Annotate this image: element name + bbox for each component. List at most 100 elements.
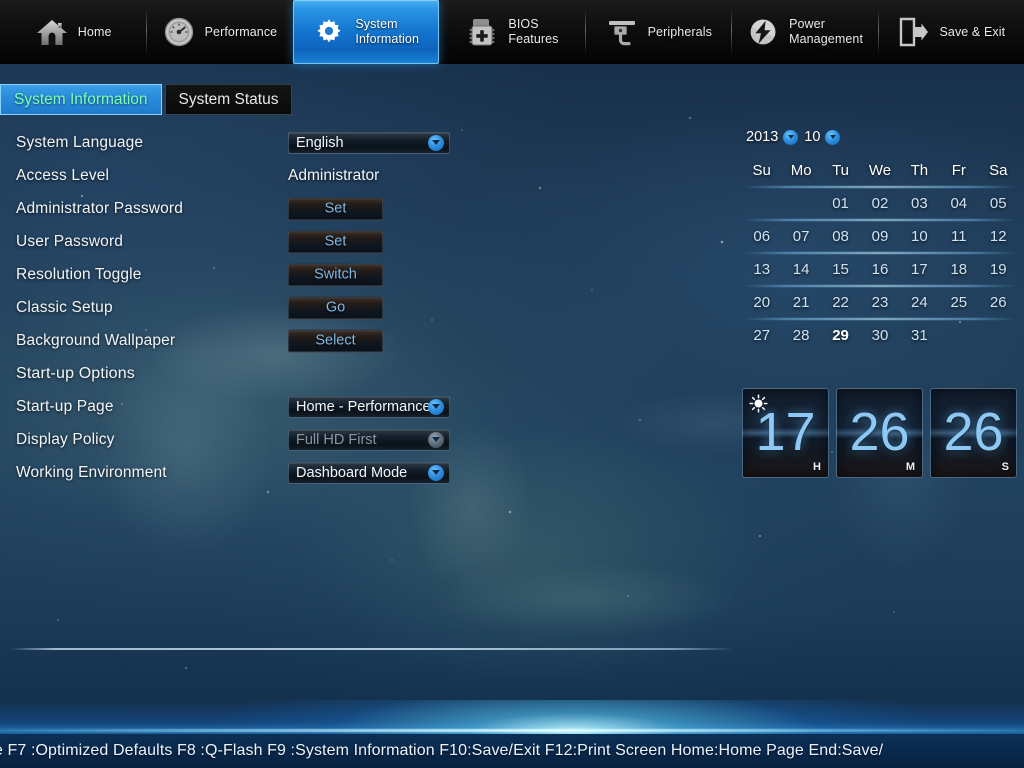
- tab-label: System Information: [14, 90, 148, 108]
- working-environment-dropdown[interactable]: Dashboard Mode: [288, 461, 450, 484]
- tab-system-status[interactable]: System Status: [164, 84, 293, 115]
- main-navigation-bar: Home Performance System Information BIOS…: [0, 0, 1024, 64]
- calendar-day-cell[interactable]: 27: [742, 327, 781, 344]
- calendar-day-cell[interactable]: 22: [821, 294, 860, 311]
- start-up-page-dropdown[interactable]: Home - Performance: [288, 395, 450, 418]
- calendar-day-cell[interactable]: 06: [742, 228, 781, 245]
- tab-system-information[interactable]: System Information: [0, 84, 162, 115]
- button-label: Go: [325, 299, 346, 316]
- calendar-day-cell[interactable]: 13: [742, 261, 781, 278]
- calendar-day-header: Fr: [951, 162, 966, 179]
- setting-row-system-language: System Language English: [0, 126, 470, 159]
- calendar-day-cell[interactable]: 14: [781, 261, 820, 278]
- calendar-week-row: 20 21 22 23 24 25 26: [742, 286, 1018, 319]
- calendar-day-cell[interactable]: 01: [821, 195, 860, 212]
- nav-item-system-information[interactable]: System Information: [292, 0, 439, 64]
- nav-item-save-and-exit[interactable]: Save & Exit: [877, 0, 1024, 64]
- settings-list: System Language English Access Level Adm…: [0, 126, 470, 489]
- dropdown-value: Home - Performance: [296, 398, 431, 415]
- calendar-day-cell[interactable]: 28: [781, 327, 820, 344]
- calendar-day-cell[interactable]: 18: [939, 261, 978, 278]
- sub-tab-bar: System Information System Status: [0, 84, 295, 115]
- calendar-day-cell[interactable]: 02: [860, 195, 899, 212]
- calendar-day-cell[interactable]: 07: [781, 228, 820, 245]
- section-label: Start-up Options: [16, 364, 135, 382]
- clock-tile-hours[interactable]: 17 H: [742, 388, 829, 478]
- user-password-set-button[interactable]: Set: [288, 230, 383, 253]
- calendar-day-cell[interactable]: 12: [979, 228, 1018, 245]
- calendar-day-header: Su: [752, 162, 771, 179]
- nav-item-label: Home: [77, 24, 112, 39]
- calendar-day-cell[interactable]: 17: [900, 261, 939, 278]
- dropdown-value: Full HD First: [296, 431, 377, 448]
- administrator-password-set-button[interactable]: Set: [288, 197, 383, 220]
- calendar-day-cell[interactable]: 20: [742, 294, 781, 311]
- nav-item-label: Peripherals: [647, 24, 712, 39]
- nav-item-performance[interactable]: Performance: [146, 0, 292, 64]
- calendar-day-cell[interactable]: 24: [900, 294, 939, 311]
- calendar-day-header: Tu: [832, 162, 850, 179]
- calendar-year-value: 2013: [746, 129, 779, 145]
- tab-label: System Status: [178, 90, 279, 108]
- calendar-day-cell[interactable]: 10: [900, 228, 939, 245]
- calendar-day-cell[interactable]: 11: [939, 228, 978, 245]
- clock-value: 26: [849, 401, 910, 462]
- setting-row-start-up-page: Start-up Page Home - Performance: [0, 390, 470, 423]
- status-bar: e F7 :Optimized Defaults F8 :Q-Flash F9 …: [0, 734, 1024, 768]
- nav-item-bios-features[interactable]: BIOS Features: [439, 0, 585, 64]
- calendar-day-cell[interactable]: 26: [979, 294, 1018, 311]
- calendar-day-cell[interactable]: 25: [939, 294, 978, 311]
- button-label: Set: [324, 200, 347, 217]
- calendar-day-cell[interactable]: 03: [900, 195, 939, 212]
- calendar-day-cell[interactable]: 30: [860, 327, 899, 344]
- calendar-month-value: 10: [804, 129, 821, 145]
- resolution-toggle-switch-button[interactable]: Switch: [288, 263, 383, 286]
- setting-row-resolution-toggle: Resolution Toggle Switch: [0, 258, 470, 291]
- calendar-week-row: 01 02 03 04 05: [742, 187, 1018, 220]
- setting-row-access-level: Access Level Administrator: [0, 159, 470, 192]
- setting-label: Administrator Password: [16, 199, 183, 217]
- chevron-down-icon: [825, 129, 841, 145]
- home-icon: [35, 15, 69, 49]
- clock-tile-seconds[interactable]: 26 S: [930, 388, 1017, 478]
- calendar-day-header: Th: [910, 162, 929, 179]
- nav-item-peripherals[interactable]: Peripherals: [585, 0, 731, 64]
- setting-row-working-environment: Working Environment Dashboard Mode: [0, 456, 470, 489]
- nav-item-home[interactable]: Home: [0, 0, 146, 64]
- setting-row-classic-setup: Classic Setup Go: [0, 291, 470, 324]
- classic-setup-go-button[interactable]: Go: [288, 296, 383, 319]
- calendar-day-cell[interactable]: 19: [979, 261, 1018, 278]
- system-language-dropdown[interactable]: English: [288, 131, 450, 154]
- gear-icon: [312, 15, 346, 49]
- calendar-grid: Su Mo Tu We Th Fr Sa 01 02 03 04 05 06 0…: [742, 154, 1018, 352]
- calendar-day-header: Mo: [790, 162, 812, 179]
- status-bar-hotkeys: e F7 :Optimized Defaults F8 :Q-Flash F9 …: [0, 742, 884, 759]
- calendar-day-cell[interactable]: 08: [821, 228, 860, 245]
- display-policy-dropdown[interactable]: Full HD First: [288, 428, 450, 451]
- calendar-year-selector[interactable]: 2013: [746, 129, 799, 145]
- calendar-header: 2013 10: [742, 126, 1018, 148]
- calendar-day-cell[interactable]: 04: [939, 195, 978, 212]
- peripherals-icon: [605, 15, 639, 49]
- clock-unit: S: [1001, 461, 1009, 473]
- clock-tile-minutes[interactable]: 26 M: [836, 388, 923, 478]
- calendar-day-cell[interactable]: 15: [821, 261, 860, 278]
- calendar-day-cell[interactable]: 31: [900, 327, 939, 344]
- clock-widget: 17 H 26 M 26 S: [742, 388, 1017, 478]
- calendar-day-cell[interactable]: 09: [860, 228, 899, 245]
- nav-item-power-management[interactable]: Power Management: [731, 0, 877, 64]
- clock-value: 17: [755, 401, 816, 462]
- calendar-widget: 2013 10 Su Mo Tu We Th Fr Sa 01 02 03 04…: [742, 126, 1018, 352]
- setting-label: System Language: [16, 133, 144, 151]
- calendar-month-selector[interactable]: 10: [804, 129, 841, 145]
- button-label: Set: [324, 233, 347, 250]
- setting-label: Resolution Toggle: [16, 265, 142, 283]
- background-wallpaper-select-button[interactable]: Select: [288, 329, 383, 352]
- calendar-day-cell-today[interactable]: 29: [821, 327, 860, 344]
- calendar-day-cell[interactable]: 21: [781, 294, 820, 311]
- clock-unit: M: [905, 461, 915, 473]
- calendar-day-cell[interactable]: 16: [860, 261, 899, 278]
- calendar-day-cell[interactable]: 05: [979, 195, 1018, 212]
- bios-screen: Home Performance System Information BIOS…: [0, 0, 1024, 768]
- calendar-day-cell[interactable]: 23: [860, 294, 899, 311]
